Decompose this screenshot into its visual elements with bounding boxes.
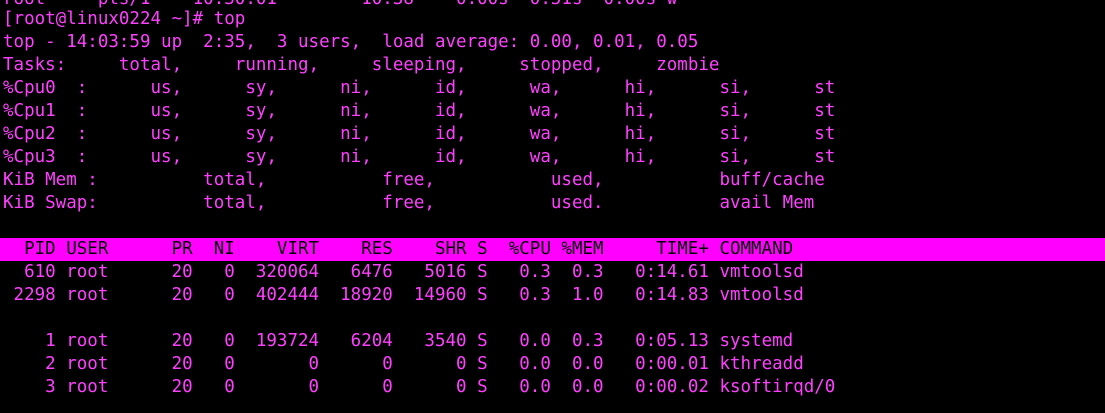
- top-tasks-line: Tasks: total, running, sleeping, stopped…: [3, 55, 720, 75]
- process-table-header: PID USER PR NI VIRT RES SHR S %CPU %MEM …: [3, 239, 794, 259]
- process-row: 2 root 20 0 0 0 0 S 0.0 0.0 0:00.01 kthr…: [3, 354, 804, 374]
- top-cpu2-line: %Cpu2 : us, sy, ni, id, wa, hi, si, st: [3, 124, 836, 144]
- top-uptime-line: top - 14:03:59 up 2:35, 3 users, load av…: [3, 32, 699, 52]
- top-cpu3-line: %Cpu3 : us, sy, ni, id, wa, hi, si, st: [3, 147, 836, 167]
- top-swap-line: KiB Swap: total, free, used. avail Mem: [3, 193, 815, 213]
- process-row: 1 root 20 0 193724 6204 3540 S 0.0 0.3 0…: [3, 331, 794, 351]
- process-row: 610 root 20 0 320064 6476 5016 S 0.3 0.3…: [3, 262, 804, 282]
- top-mem-line: KiB Mem : total, free, used, buff/cache: [3, 170, 825, 190]
- shell-prompt-line: [root@linux0224 ~]# top: [3, 9, 246, 29]
- process-row: 2298 root 20 0 402444 18920 14960 S 0.3 …: [3, 285, 804, 305]
- process-row: 3 root 20 0 0 0 0 S 0.0 0.0 0:00.02 ksof…: [3, 377, 836, 397]
- terminal-window[interactable]: root pts/1 10:30:01 10:38 0.00s 0.51s 0.…: [0, 0, 1105, 413]
- top-cpu1-line: %Cpu1 : us, sy, ni, id, wa, hi, si, st: [3, 101, 836, 121]
- top-cpu0-line: %Cpu0 : us, sy, ni, id, wa, hi, si, st: [3, 78, 836, 98]
